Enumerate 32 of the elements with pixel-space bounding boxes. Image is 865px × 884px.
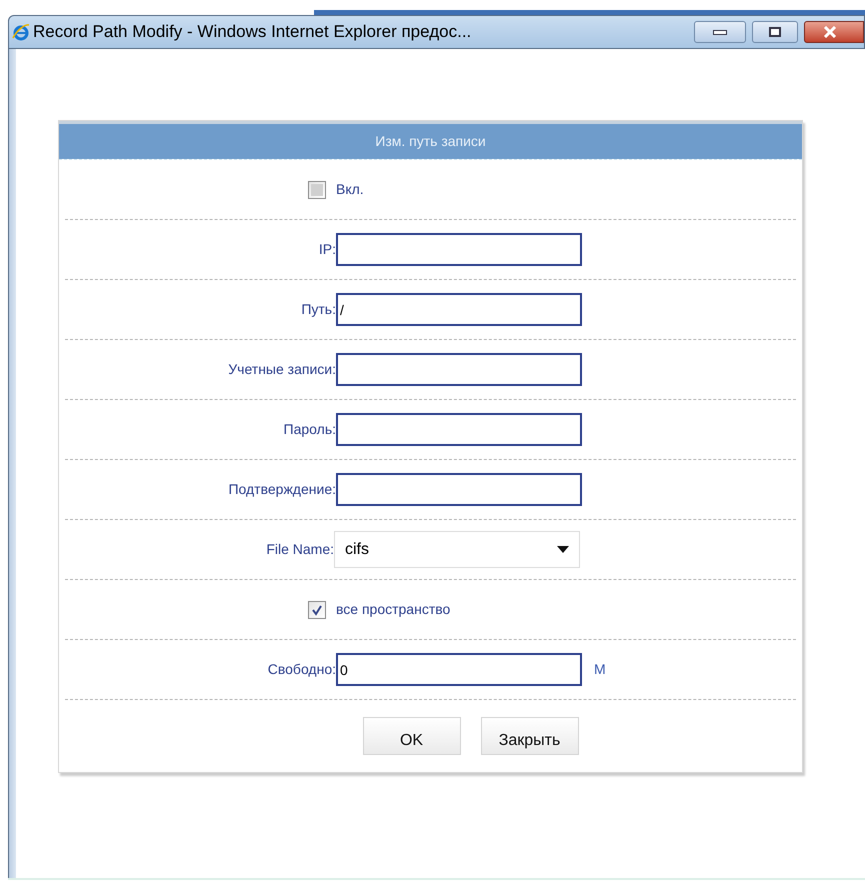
checkbox[interactable] xyxy=(308,180,326,198)
field-label: Подтверждение: xyxy=(228,480,336,499)
checkbox-label: все пространство xyxy=(336,600,450,619)
field-label: File Name: xyxy=(266,540,334,559)
browser-logo-icon xyxy=(12,23,30,41)
input-field[interactable] xyxy=(336,353,582,386)
checkbox-label: Вкл. xyxy=(336,180,364,199)
window-title: Record Path Modify - Windows Internet Explorer предос... xyxy=(33,21,472,44)
field-label: Путь: xyxy=(301,300,336,319)
maximize-button[interactable] xyxy=(752,21,798,43)
minimize-button[interactable] xyxy=(694,21,746,43)
dropdown[interactable]: cifs xyxy=(334,531,580,568)
checkbox[interactable] xyxy=(308,600,326,618)
input-field[interactable]: / xyxy=(336,293,582,326)
close-button[interactable] xyxy=(804,21,864,43)
dialog-button[interactable]: Закрыть xyxy=(480,717,578,755)
maximize-icon xyxy=(769,27,781,37)
dropdown-arrow-icon xyxy=(557,546,569,553)
field-label: Пароль: xyxy=(284,420,336,439)
minimize-icon xyxy=(713,30,727,34)
field-label: Учетные записи: xyxy=(228,360,336,379)
input-field[interactable] xyxy=(336,473,582,506)
input-field[interactable]: 0 xyxy=(336,653,582,686)
field-label: IP: xyxy=(318,240,336,259)
close-icon xyxy=(823,26,837,38)
input-field[interactable] xyxy=(336,413,582,446)
field-label: Свободно: xyxy=(268,660,336,679)
checkmark-icon xyxy=(311,604,323,616)
input-field[interactable] xyxy=(336,233,582,266)
dialog-button[interactable]: OK xyxy=(362,717,460,755)
unit-label: М xyxy=(594,660,606,679)
panel-header: Изм. путь записи xyxy=(59,121,802,159)
